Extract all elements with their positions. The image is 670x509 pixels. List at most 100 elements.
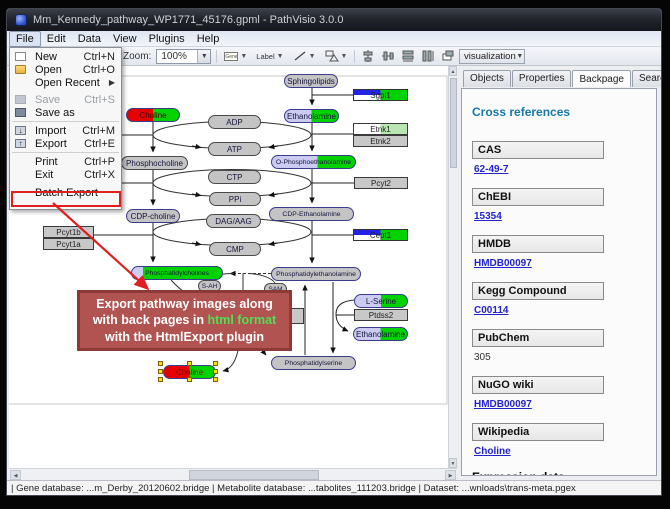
canvas-vertical-scrollbar[interactable]: ▲ ▼ [448,66,457,468]
menu-item-save-as[interactable]: Save as [10,106,121,119]
menu-file[interactable]: File [9,31,41,47]
menu-item-label: Import [35,125,66,137]
selection-handle[interactable] [213,361,218,366]
gene-box-ptdss2[interactable]: Ptdss2 [354,309,408,321]
chevron-down-icon[interactable]: ▼ [309,53,316,60]
node-phosphatidylserine[interactable]: Phosphatidylserine [271,356,356,370]
expression-data-heading: Expression data [472,470,646,476]
menu-item-new[interactable]: New Ctrl+N [10,50,121,63]
chevron-down-icon[interactable]: ▼ [341,53,348,60]
send-to-back-button[interactable] [440,49,455,63]
xref-link[interactable]: HMDB00097 [474,258,646,269]
menu-item-exit[interactable]: Exit Ctrl+X [10,168,121,181]
node-ethanolamine-bottom[interactable]: Ethanolamine [353,327,408,341]
scroll-down-icon[interactable]: ▼ [449,458,457,468]
visualization-combobox[interactable]: visualization ▼ [459,49,525,64]
node-cdp-ethanolamine[interactable]: CDP-Ethanolamine [269,207,354,221]
gene-box-pcyt1a[interactable]: Pcyt1a [43,238,94,250]
node-dag-aag[interactable]: DAG/AAG [206,214,261,228]
distribute-vertical-button[interactable] [420,49,435,63]
menu-item-shortcut: Ctrl+N [84,51,115,63]
menu-item-import[interactable]: ↓ Import Ctrl+M [10,124,121,137]
xref-link[interactable]: 15354 [474,211,646,222]
menu-item-export[interactable]: ↑ Export Ctrl+E [10,137,121,150]
gene-box-pcyt2[interactable]: Pcyt2 [354,177,408,189]
node-cmp[interactable]: CMP [209,242,261,256]
xref-title: Wikipedia [472,423,604,441]
gene-box-sgpl1[interactable]: Sgpl1 [353,89,408,101]
tab-objects[interactable]: Objects [463,70,511,87]
canvas-horizontal-scrollbar[interactable]: ◀ ▶ [9,468,457,480]
selection-handle[interactable] [213,377,218,382]
node-l-serine[interactable]: L-Serine [354,294,408,308]
xref-link[interactable]: C00114 [474,305,646,316]
xref-title: ChEBI [472,188,604,206]
xref-title: NuGO wiki [472,376,604,394]
chevron-down-icon[interactable]: ▼ [516,53,524,60]
align-center-vertical-button[interactable] [360,49,375,63]
status-bar: | Gene database: ...m_Derby_20120602.bri… [7,480,661,496]
xref-title: Kegg Compound [472,282,604,300]
scroll-up-icon[interactable]: ▲ [449,66,457,76]
node-o-phosphoethanolamine[interactable]: O-Phosphoethanolamine [271,155,356,169]
side-panel: Objects Properties Backpage Search Legen… [457,66,661,480]
selection-handle[interactable] [158,369,163,374]
zoom-dropdown-icon[interactable]: ▼ [197,50,210,63]
tab-search[interactable]: Search [632,70,662,87]
node-phosphatidylcholines[interactable]: Phosphatidylcholines [131,266,223,280]
selection-handle[interactable] [158,361,163,366]
line-tool-button[interactable]: ▼ [291,49,318,64]
distribute-horizontal-button[interactable] [400,49,415,63]
screenshot-stage: Mm_Kennedy_pathway_WP1771_45176.gpml - P… [0,0,670,509]
scroll-left-icon[interactable]: ◀ [10,470,21,480]
menu-item-save[interactable]: Save Ctrl+S [10,93,121,106]
selection-handle[interactable] [187,361,192,366]
chevron-down-icon[interactable]: ▼ [277,53,284,60]
node-ctp[interactable]: CTP [208,170,261,184]
open-folder-icon [15,65,26,74]
zoom-combobox[interactable]: 100% ▼ [156,49,211,64]
gene-box-pcyt1b[interactable]: Pcyt1b [43,226,94,238]
gene-node-button[interactable]: Gene ▼ [222,49,249,64]
node-sphingolipids[interactable]: Sphingolipids [284,74,338,88]
vertical-scroll-thumb[interactable] [450,78,457,168]
chevron-down-icon[interactable]: ▼ [240,53,247,60]
menu-item-open[interactable]: Open Ctrl+O [10,63,121,76]
title-bar[interactable]: Mm_Kennedy_pathway_WP1771_45176.gpml - P… [7,9,661,31]
xref-link[interactable]: 62-49-7 [474,164,646,175]
selection-handle[interactable] [213,369,218,374]
menu-item-label: Save as [35,107,75,119]
node-cdp-choline[interactable]: CDP-choline [126,209,180,223]
gene-box-cept1[interactable]: Cept1 [353,229,408,241]
node-adp[interactable]: ADP [208,115,261,129]
label-node-button[interactable]: Label ▼ [254,49,285,64]
node-atp[interactable]: ATP [208,142,261,156]
horizontal-scroll-thumb[interactable] [189,470,319,480]
selection-handle[interactable] [158,377,163,382]
menu-plugins[interactable]: Plugins [143,32,191,46]
shape-tool-button[interactable]: ▼ [323,49,350,64]
xref-link[interactable]: Choline [474,446,646,457]
xref-value: 305 [474,352,646,363]
tab-backpage[interactable]: Backpage [572,70,630,87]
menu-item-print[interactable]: Print Ctrl+P [10,155,121,168]
selection-handle[interactable] [187,377,192,382]
gene-box-etnk2[interactable]: Etnk2 [353,135,408,147]
scroll-right-icon[interactable]: ▶ [445,470,456,480]
node-ethanolamine-top[interactable]: Ethanolamine [284,109,339,123]
zoom-value: 100% [157,51,197,62]
menu-item-open-recent[interactable]: Open Recent ▶ [10,76,121,89]
menu-view[interactable]: View [107,32,143,46]
node-phosphatidylethanolamine[interactable]: Phosphatidylethanolamine [271,267,361,281]
save-as-icon [15,108,26,117]
menu-help[interactable]: Help [191,32,226,46]
menu-data[interactable]: Data [72,32,107,46]
tab-properties[interactable]: Properties [512,70,572,87]
node-ppi[interactable]: PPi [209,192,261,206]
gene-box-etnk1[interactable]: Etnk1 [353,123,408,135]
align-center-horizontal-button[interactable] [380,49,395,63]
xref-link[interactable]: HMDB00097 [474,399,646,410]
node-phosphocholine[interactable]: Phosphocholine [121,156,188,170]
node-choline-top[interactable]: Choline [126,108,180,122]
menu-edit[interactable]: Edit [41,32,72,46]
